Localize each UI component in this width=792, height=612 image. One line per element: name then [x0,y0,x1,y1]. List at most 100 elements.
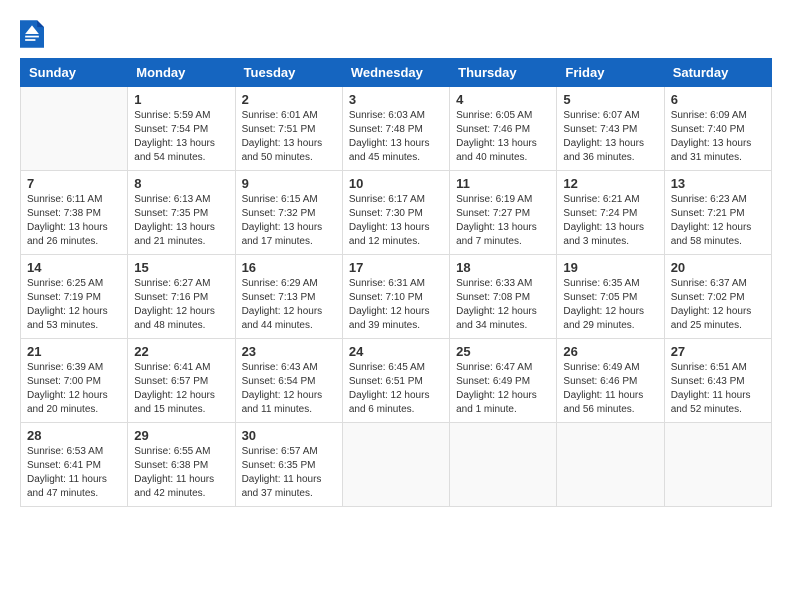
calendar-cell: 20 Sunrise: 6:37 AM Sunset: 7:02 PM Dayli… [664,255,771,339]
day-info: Sunrise: 6:27 AM Sunset: 7:16 PM Dayligh… [134,277,228,333]
calendar-header-tuesday: Tuesday [235,59,342,87]
day-info: Sunrise: 5:59 AM Sunset: 7:54 PM Dayligh… [134,109,228,165]
day-number: 20 [671,260,765,275]
day-number: 11 [456,176,550,191]
calendar-week-2: 7 Sunrise: 6:11 AM Sunset: 7:38 PM Daylig… [21,171,772,255]
day-info: Sunrise: 6:33 AM Sunset: 7:08 PM Dayligh… [456,277,550,333]
day-number: 12 [563,176,657,191]
calendar-header-sunday: Sunday [21,59,128,87]
day-info: Sunrise: 6:37 AM Sunset: 7:02 PM Dayligh… [671,277,765,333]
calendar-cell: 17 Sunrise: 6:31 AM Sunset: 7:10 PM Dayli… [342,255,449,339]
calendar-cell: 22 Sunrise: 6:41 AM Sunset: 6:57 PM Dayli… [128,339,235,423]
day-info: Sunrise: 6:07 AM Sunset: 7:43 PM Dayligh… [563,109,657,165]
day-info: Sunrise: 6:13 AM Sunset: 7:35 PM Dayligh… [134,193,228,249]
day-info: Sunrise: 6:17 AM Sunset: 7:30 PM Dayligh… [349,193,443,249]
calendar-cell [21,87,128,171]
day-info: Sunrise: 6:25 AM Sunset: 7:19 PM Dayligh… [27,277,121,333]
calendar-cell: 30 Sunrise: 6:57 AM Sunset: 6:35 PM Dayli… [235,423,342,507]
calendar-week-1: 1Sunrise: 5:59 AM Sunset: 7:54 PM Daylig… [21,87,772,171]
day-info: Sunrise: 6:15 AM Sunset: 7:32 PM Dayligh… [242,193,336,249]
calendar-week-4: 21 Sunrise: 6:39 AM Sunset: 7:00 PM Dayli… [21,339,772,423]
calendar-header-friday: Friday [557,59,664,87]
day-info: Sunrise: 6:31 AM Sunset: 7:10 PM Dayligh… [349,277,443,333]
day-number: 4 [456,92,550,107]
calendar-header-row: SundayMondayTuesdayWednesdayThursdayFrid… [21,59,772,87]
calendar-cell: 4 Sunrise: 6:05 AM Sunset: 7:46 PM Daylig… [450,87,557,171]
calendar-cell: 2 Sunrise: 6:01 AM Sunset: 7:51 PM Daylig… [235,87,342,171]
calendar-cell: 5 Sunrise: 6:07 AM Sunset: 7:43 PM Daylig… [557,87,664,171]
calendar-table: SundayMondayTuesdayWednesdayThursdayFrid… [20,58,772,507]
day-number: 23 [242,344,336,359]
calendar-cell [664,423,771,507]
day-info: Sunrise: 6:09 AM Sunset: 7:40 PM Dayligh… [671,109,765,165]
calendar-cell: 23 Sunrise: 6:43 AM Sunset: 6:54 PM Dayli… [235,339,342,423]
day-info: Sunrise: 6:57 AM Sunset: 6:35 PM Dayligh… [242,445,336,501]
calendar-cell: 11 Sunrise: 6:19 AM Sunset: 7:27 PM Dayli… [450,171,557,255]
day-number: 19 [563,260,657,275]
day-number: 28 [27,428,121,443]
day-info: Sunrise: 6:21 AM Sunset: 7:24 PM Dayligh… [563,193,657,249]
day-info: Sunrise: 6:41 AM Sunset: 6:57 PM Dayligh… [134,361,228,417]
calendar-cell: 25Sunrise: 6:47 AM Sunset: 6:49 PM Dayli… [450,339,557,423]
day-info: Sunrise: 6:51 AM Sunset: 6:43 PM Dayligh… [671,361,765,417]
calendar-cell: 7 Sunrise: 6:11 AM Sunset: 7:38 PM Daylig… [21,171,128,255]
logo [20,20,48,48]
calendar-cell: 15 Sunrise: 6:27 AM Sunset: 7:16 PM Dayli… [128,255,235,339]
day-number: 24 [349,344,443,359]
day-info: Sunrise: 6:19 AM Sunset: 7:27 PM Dayligh… [456,193,550,249]
calendar-cell: 12 Sunrise: 6:21 AM Sunset: 7:24 PM Dayli… [557,171,664,255]
day-number: 3 [349,92,443,107]
calendar-cell: 3 Sunrise: 6:03 AM Sunset: 7:48 PM Daylig… [342,87,449,171]
day-number: 16 [242,260,336,275]
day-info: Sunrise: 6:47 AM Sunset: 6:49 PM Dayligh… [456,361,550,417]
calendar-cell: 29Sunrise: 6:55 AM Sunset: 6:38 PM Dayli… [128,423,235,507]
calendar-cell: 1Sunrise: 5:59 AM Sunset: 7:54 PM Daylig… [128,87,235,171]
day-number: 26 [563,344,657,359]
day-info: Sunrise: 6:05 AM Sunset: 7:46 PM Dayligh… [456,109,550,165]
calendar-header-wednesday: Wednesday [342,59,449,87]
calendar-cell: 21 Sunrise: 6:39 AM Sunset: 7:00 PM Dayli… [21,339,128,423]
calendar-cell: 13 Sunrise: 6:23 AM Sunset: 7:21 PM Dayli… [664,171,771,255]
day-info: Sunrise: 6:45 AM Sunset: 6:51 PM Dayligh… [349,361,443,417]
day-info: Sunrise: 6:11 AM Sunset: 7:38 PM Dayligh… [27,193,121,249]
day-info: Sunrise: 6:43 AM Sunset: 6:54 PM Dayligh… [242,361,336,417]
logo-icon [20,20,44,48]
day-number: 30 [242,428,336,443]
calendar-cell: 27Sunrise: 6:51 AM Sunset: 6:43 PM Dayli… [664,339,771,423]
calendar-week-3: 14 Sunrise: 6:25 AM Sunset: 7:19 PM Dayli… [21,255,772,339]
day-number: 9 [242,176,336,191]
calendar-cell: 28Sunrise: 6:53 AM Sunset: 6:41 PM Dayli… [21,423,128,507]
day-info: Sunrise: 6:35 AM Sunset: 7:05 PM Dayligh… [563,277,657,333]
day-number: 15 [134,260,228,275]
calendar-cell: 19 Sunrise: 6:35 AM Sunset: 7:05 PM Dayli… [557,255,664,339]
day-number: 22 [134,344,228,359]
calendar-cell: 14 Sunrise: 6:25 AM Sunset: 7:19 PM Dayli… [21,255,128,339]
day-info: Sunrise: 6:01 AM Sunset: 7:51 PM Dayligh… [242,109,336,165]
day-number: 29 [134,428,228,443]
day-number: 14 [27,260,121,275]
calendar-cell: 24 Sunrise: 6:45 AM Sunset: 6:51 PM Dayli… [342,339,449,423]
day-info: Sunrise: 6:49 AM Sunset: 6:46 PM Dayligh… [563,361,657,417]
day-info: Sunrise: 6:39 AM Sunset: 7:00 PM Dayligh… [27,361,121,417]
day-number: 6 [671,92,765,107]
day-info: Sunrise: 6:03 AM Sunset: 7:48 PM Dayligh… [349,109,443,165]
calendar-header-saturday: Saturday [664,59,771,87]
calendar-cell: 16 Sunrise: 6:29 AM Sunset: 7:13 PM Dayli… [235,255,342,339]
day-number: 10 [349,176,443,191]
calendar-cell [342,423,449,507]
day-number: 2 [242,92,336,107]
day-number: 13 [671,176,765,191]
calendar-header-thursday: Thursday [450,59,557,87]
page-header [20,20,772,48]
day-number: 5 [563,92,657,107]
calendar-cell: 9 Sunrise: 6:15 AM Sunset: 7:32 PM Daylig… [235,171,342,255]
calendar-cell [557,423,664,507]
day-info: Sunrise: 6:29 AM Sunset: 7:13 PM Dayligh… [242,277,336,333]
day-number: 17 [349,260,443,275]
day-number: 21 [27,344,121,359]
calendar-cell: 10 Sunrise: 6:17 AM Sunset: 7:30 PM Dayli… [342,171,449,255]
day-number: 7 [27,176,121,191]
day-number: 18 [456,260,550,275]
day-info: Sunrise: 6:23 AM Sunset: 7:21 PM Dayligh… [671,193,765,249]
calendar-week-5: 28Sunrise: 6:53 AM Sunset: 6:41 PM Dayli… [21,423,772,507]
